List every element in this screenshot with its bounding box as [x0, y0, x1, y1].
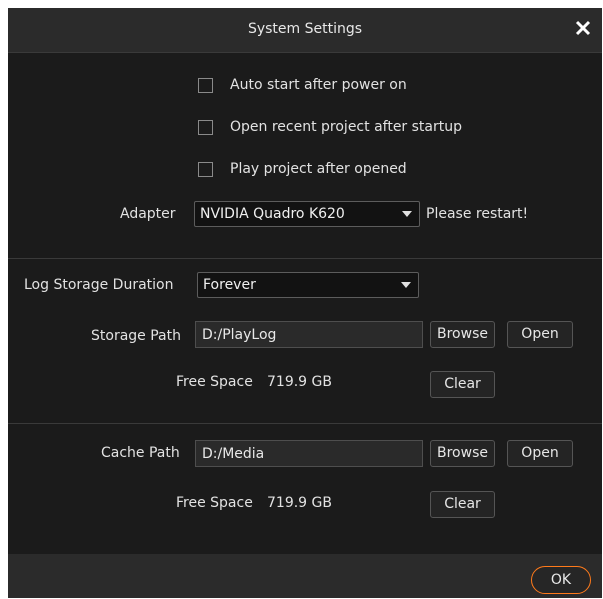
- log-duration-value: Forever: [203, 277, 256, 293]
- title-bar: System Settings: [8, 8, 602, 53]
- system-settings-dialog: System Settings Auto start after power o…: [8, 8, 602, 598]
- log-free-space-label: Free Space: [176, 374, 253, 390]
- dialog-footer: [8, 554, 602, 598]
- cache-free-space-label: Free Space: [176, 495, 253, 511]
- open-recent-checkbox[interactable]: [198, 120, 213, 135]
- dialog-title: System Settings: [247, 21, 363, 37]
- cache-path-field[interactable]: [195, 440, 423, 467]
- log-free-space-value: 719.9 GB: [267, 374, 332, 390]
- adapter-label: Adapter: [120, 206, 176, 222]
- auto-start-checkbox[interactable]: [198, 78, 213, 93]
- section-divider: [8, 258, 602, 259]
- storage-browse-button[interactable]: Browse: [430, 321, 495, 348]
- log-duration-select[interactable]: Forever: [197, 272, 419, 298]
- cache-path-input[interactable]: [196, 441, 422, 466]
- play-after-open-label: Play project after opened: [230, 161, 407, 177]
- adapter-select[interactable]: NVIDIA Quadro K620: [194, 201, 420, 227]
- open-recent-label: Open recent project after startup: [230, 119, 463, 135]
- storage-open-button[interactable]: Open: [507, 321, 573, 348]
- auto-start-label: Auto start after power on: [230, 77, 407, 93]
- chevron-down-icon: [401, 282, 411, 288]
- section-divider: [8, 423, 602, 424]
- storage-path-input[interactable]: [196, 322, 422, 347]
- chevron-down-icon: [402, 211, 412, 217]
- close-icon[interactable]: [570, 15, 596, 41]
- cache-clear-button[interactable]: Clear: [430, 491, 495, 518]
- play-after-open-checkbox[interactable]: [198, 162, 213, 177]
- storage-path-label: Storage Path: [91, 328, 181, 344]
- cache-browse-button[interactable]: Browse: [430, 440, 495, 467]
- restart-note: Please restart!: [426, 206, 529, 222]
- storage-path-field[interactable]: [195, 321, 423, 348]
- log-duration-label: Log Storage Duration: [24, 277, 174, 293]
- cache-path-label: Cache Path: [101, 445, 180, 461]
- ok-button[interactable]: OK: [531, 566, 591, 594]
- cache-free-space-value: 719.9 GB: [267, 495, 332, 511]
- cache-open-button[interactable]: Open: [507, 440, 573, 467]
- adapter-select-value: NVIDIA Quadro K620: [200, 206, 345, 222]
- storage-clear-button[interactable]: Clear: [430, 371, 495, 398]
